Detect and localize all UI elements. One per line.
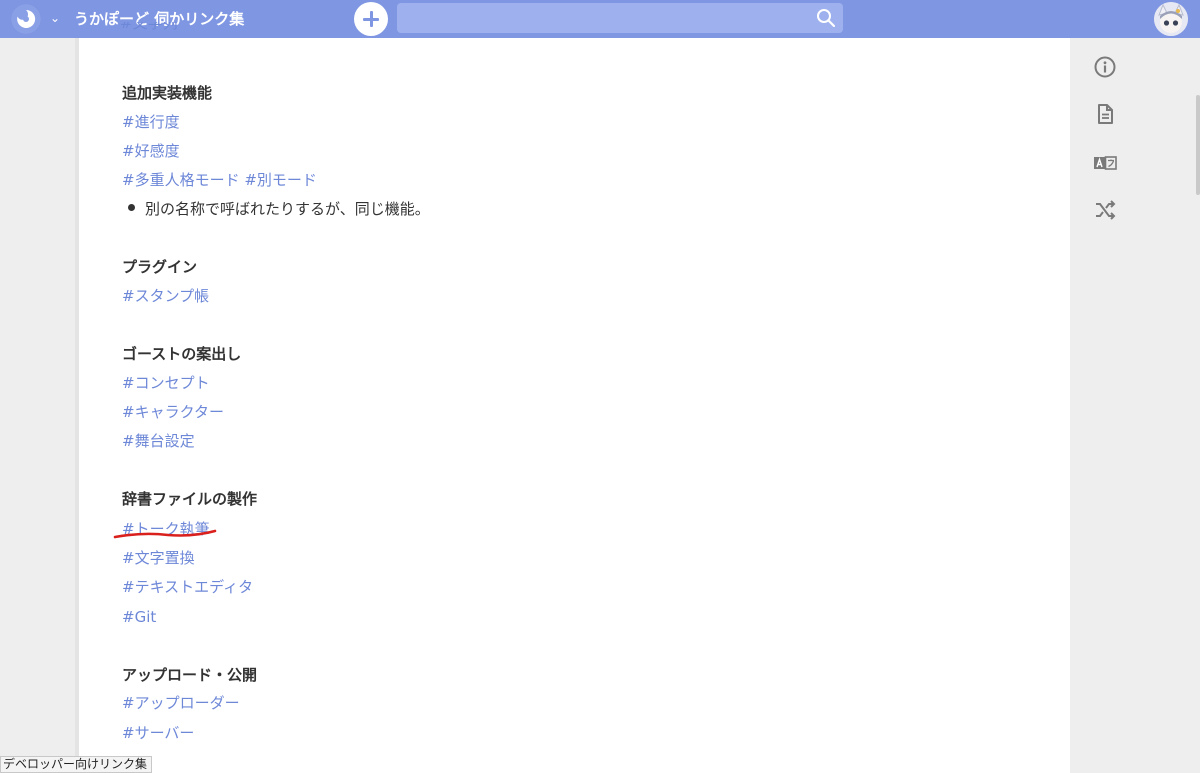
section-heading: 辞書ファイルの製作 [122,490,258,508]
tag-link[interactable]: #Git [122,608,156,626]
tag-link[interactable]: #アップローダー [122,694,240,712]
list-item: #多重人格モード #別モード [122,169,317,191]
list-item: #Git [122,606,156,628]
bullet-item: 別の名称で呼ばれたりするが、同じ機能。 [128,198,430,220]
tag-link[interactable]: #スタンプ帳 [122,287,209,305]
clipped-tag-link[interactable]: #文字列 [120,22,178,42]
section-heading: ゴーストの案出し [122,345,242,363]
tag-link[interactable]: #進行度 [122,113,180,131]
new-page-button[interactable] [354,2,388,36]
translate-icon[interactable] [1093,151,1117,175]
list-item: #アップローダー [122,692,240,714]
tag-link[interactable]: #コンセプト [122,374,210,392]
tag-link[interactable]: #サーバー [122,724,194,742]
list-item: #進行度 [122,111,180,133]
tag-link[interactable]: #別モード [244,171,317,189]
bullet-dot-icon [128,204,135,211]
list-item: #好感度 [122,140,180,162]
section-heading: アップロード・公開 [122,666,258,684]
list-item: #スタンプ帳 [122,285,209,307]
tag-link[interactable]: #多重人格モード [122,171,240,189]
tag-link[interactable]: #文字置換 [122,549,195,567]
bullet-text: 別の名称で呼ばれたりするが、同じ機能。 [145,200,430,218]
list-item: #コンセプト [122,372,210,394]
project-menu-chevron-down-icon[interactable]: ⌄ [47,8,63,28]
tag-link[interactable]: #テキストエディタ [122,578,253,596]
search-input[interactable] [397,3,843,33]
status-tooltip: デベロッパー向けリンク集 [0,756,153,773]
user-avatar[interactable] [1154,2,1188,36]
tag-link[interactable]: #舞台設定 [122,432,195,450]
shuffle-icon[interactable] [1093,198,1117,222]
page-tools-sidebar [1070,38,1200,773]
list-item: #テキストエディタ [122,576,253,598]
scrollbar-thumb[interactable] [1196,95,1200,195]
page-body [75,38,1070,773]
red-underline-annotation [113,529,217,539]
tag-link[interactable]: #キャラクター [122,403,224,421]
section-heading: プラグイン [122,258,198,276]
app-logo-icon[interactable] [11,4,41,34]
list-item: #文字置換 [122,547,195,569]
section-heading: 追加実装機能 [122,84,213,102]
tag-link[interactable]: #好感度 [122,142,180,160]
list-item: #キャラクター [122,401,224,423]
top-navbar: ⌄ うかぽーど 伺かリンク集 [0,0,1200,38]
search-icon[interactable] [816,8,836,28]
list-item: #サーバー [122,722,194,744]
document-icon[interactable] [1093,102,1117,126]
info-icon[interactable] [1093,55,1117,79]
list-item: #舞台設定 [122,430,195,452]
